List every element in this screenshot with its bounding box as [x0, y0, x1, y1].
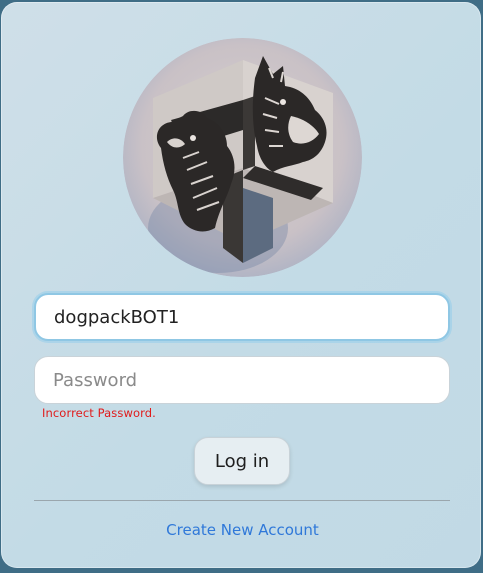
dogpack-logo-icon	[123, 38, 362, 277]
create-account-link[interactable]: Create New Account	[1, 521, 483, 539]
error-message: Incorrect Password.	[42, 406, 156, 420]
login-card: Incorrect Password. Log in Create New Ac…	[1, 2, 481, 568]
password-field[interactable]	[34, 356, 450, 404]
divider	[34, 500, 450, 501]
username-field[interactable]	[34, 293, 450, 341]
login-button[interactable]: Log in	[194, 437, 290, 485]
